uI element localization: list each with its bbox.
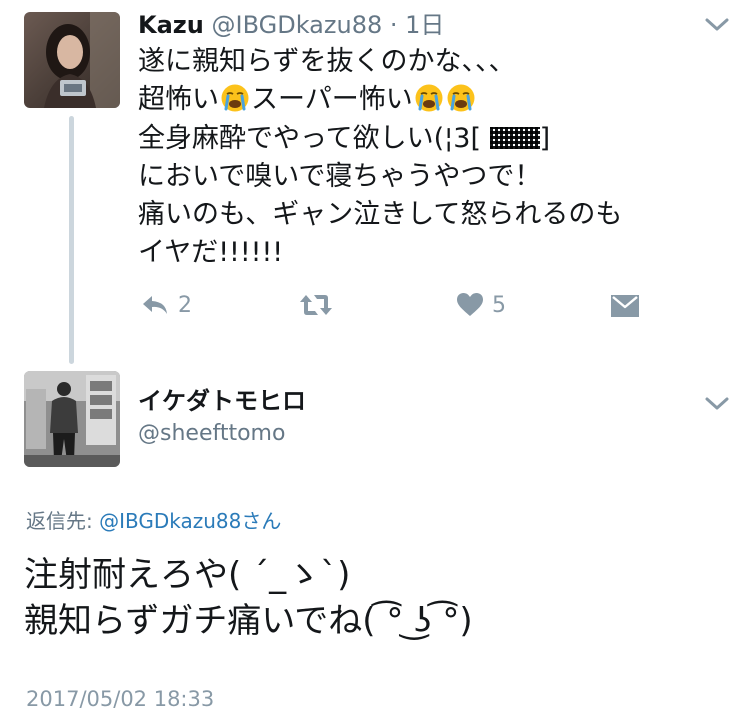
tweet-text: 注射耐えろや( ´_ゝ`) 親知らずガチ痛いでね( ͡° ͜ʖ ͡°) (24, 552, 473, 644)
avatar[interactable] (24, 371, 120, 467)
envelope-icon (610, 292, 640, 318)
reply-button[interactable]: 2 (140, 292, 192, 318)
chevron-down-icon[interactable] (704, 16, 730, 34)
tweet-line: 遂に親知らずを抜くのかな、、、 (138, 46, 516, 77)
replying-to: 返信先: @IBGDkazu88さん (26, 506, 281, 536)
handle[interactable]: @sheefttomo (138, 418, 285, 450)
direct-message-button[interactable] (610, 292, 640, 318)
reply-icon (140, 292, 170, 318)
block-glyphs-icon (489, 126, 540, 149)
tweet-line-text: 全身麻酔でやって欲しい(¦3[ (138, 122, 481, 154)
retweet-icon (298, 292, 334, 318)
replying-to-mention[interactable]: @IBGDkazu88さん (99, 509, 281, 533)
loudly-crying-face-icon (414, 83, 444, 113)
tweet-line: 超怖い スーパー怖い (138, 81, 698, 119)
display-name[interactable]: イケダトモヒロ (138, 384, 306, 418)
handle[interactable]: @IBGDkazu88 (212, 11, 383, 39)
reply-count: 2 (178, 292, 192, 318)
chevron-down-icon[interactable] (704, 395, 730, 413)
like-button[interactable]: 5 (456, 292, 506, 318)
timestamp[interactable]: 2017/05/02 18:33 (26, 684, 214, 714)
tweet-line: においで嗅いで寝ちゃうやつで！ (138, 160, 542, 192)
tweet-line-text: 超怖い (138, 84, 219, 116)
heart-icon (456, 292, 484, 318)
tweet-line: 注射耐えろや( ´_ゝ`) (24, 555, 351, 595)
tweet-line: 痛いのも、ギャン泣きして怒られるのも (138, 199, 623, 231)
loudly-crying-face-icon (446, 83, 476, 113)
separator: · (382, 11, 406, 39)
avatar[interactable] (24, 12, 120, 108)
tweet-line-text: スーパー怖い (251, 84, 413, 116)
replying-to-label: 返信先: (26, 509, 100, 533)
display-name[interactable]: Kazu (138, 11, 204, 39)
tweet-line: イヤだ!!!!!! (138, 237, 284, 269)
tweet-header: Kazu @IBGDkazu88 · 1日 (138, 8, 444, 42)
loudly-crying-face-icon (220, 83, 250, 113)
tweet-line: 全身麻酔でやって欲しい(¦3[ ] (138, 120, 698, 158)
time-ago[interactable]: 1日 (405, 11, 444, 39)
tweet-line-text: ] (539, 122, 551, 154)
tweet-line: 親知らずガチ痛いでね( ͡° ͜ʖ ͡°) (24, 601, 473, 641)
tweet-text: 遂に親知らずを抜くのかな、、、 超怖い スーパー怖い 全身麻酔でやって欲しい(¦3… (138, 43, 698, 273)
retweet-button[interactable] (298, 292, 334, 318)
like-count: 5 (492, 292, 506, 318)
thread-connector-line (69, 116, 74, 364)
